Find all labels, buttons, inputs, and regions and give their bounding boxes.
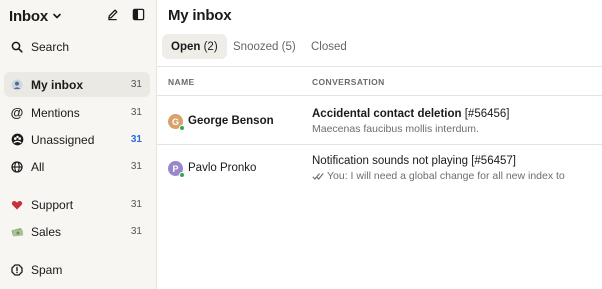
sidebar-item-my-inbox[interactable]: My inbox 31 (4, 72, 150, 97)
table-row[interactable]: P Pavlo Pronko Notification sounds not p… (157, 145, 602, 193)
tab-snoozed[interactable]: Snoozed (5) (224, 34, 305, 59)
tab-label: Snoozed (233, 40, 279, 53)
conversation-preview: Maecenas faucibus mollis interdum. (312, 123, 479, 135)
sidebar-item-unassigned[interactable]: Unassigned 31 (4, 127, 150, 152)
avatar-initial: P (172, 163, 179, 174)
sidebar-item-count: 31 (130, 161, 142, 172)
sidebar-item-count: 31 (130, 134, 142, 145)
tab-label: Closed (311, 40, 347, 53)
sidebar-item-spam[interactable]: Spam (4, 257, 150, 282)
avatar: G (168, 114, 185, 131)
double-check-icon (312, 172, 324, 181)
sidebar-item-sales[interactable]: Sales 31 (4, 219, 150, 244)
sidebar: Inbox Search My inbox 31 @ Mentions 31 U… (0, 0, 157, 289)
sidebar-title: Inbox (9, 7, 48, 25)
contact-name: George Benson (188, 115, 274, 127)
subject-text: Accidental contact deletion (312, 108, 462, 120)
sidebar-item-count: 31 (130, 79, 142, 90)
sidebar-item-label: All (31, 159, 45, 174)
column-header-name: NAME (168, 77, 195, 87)
sidebar-search-label: Search (31, 39, 70, 54)
sidebar-item-label: Mentions (31, 105, 80, 120)
conversation-subject: Accidental contact deletion [#56456] (312, 108, 510, 120)
online-status-dot (179, 125, 185, 131)
ticket-id: [#56456] (464, 108, 510, 120)
money-icon (10, 225, 24, 239)
inbox-switcher[interactable]: Inbox (9, 6, 149, 26)
sidebar-search[interactable]: Search (4, 34, 150, 59)
chevron-down-icon (52, 11, 62, 21)
sidebar-item-support[interactable]: Support 31 (4, 192, 150, 217)
sidebar-item-label: Sales (31, 224, 62, 239)
search-icon (10, 40, 24, 54)
sidebar-item-count: 31 (130, 107, 142, 118)
globe-icon (10, 160, 24, 174)
main-panel: My inbox Open (2) Snoozed (5) Closed NAM… (157, 0, 602, 289)
divider (157, 66, 602, 67)
subject-text: Notification sounds not playing (312, 155, 468, 167)
sidebar-item-label: Support (31, 197, 74, 212)
sidebar-item-all[interactable]: All 31 (4, 154, 150, 179)
people-icon (10, 133, 24, 147)
conversation-subject: Notification sounds not playing [#56457] (312, 155, 516, 167)
sidebar-item-mentions[interactable]: @ Mentions 31 (4, 100, 150, 125)
tab-count: (2) (203, 40, 218, 53)
tab-label: Open (171, 40, 201, 53)
user-avatar-icon (10, 78, 24, 92)
ticket-id: [#56457] (471, 155, 516, 167)
sidebar-item-count: 31 (130, 226, 142, 237)
heart-icon (10, 198, 24, 212)
at-icon: @ (10, 105, 24, 120)
sidebar-item-label: Unassigned (31, 132, 95, 147)
avatar-initial: G (171, 116, 179, 127)
preview-text: You: I will need a global change for all… (327, 170, 565, 182)
tab-count: (5) (281, 40, 296, 53)
table-row[interactable]: G George Benson Accidental contact delet… (157, 96, 602, 144)
alert-octagon-icon (10, 263, 24, 277)
sidebar-item-label: My inbox (31, 77, 84, 92)
column-header-conversation: CONVERSATION (312, 77, 385, 87)
sidebar-item-label: Spam (31, 262, 63, 277)
contact-name: Pavlo Pronko (188, 162, 257, 174)
sidebar-item-count: 31 (130, 199, 142, 210)
sidebar-toggle-icon[interactable] (131, 7, 145, 21)
conversation-preview: You: I will need a global change for all… (312, 170, 572, 182)
tab-open[interactable]: Open (2) (162, 34, 227, 59)
tab-closed[interactable]: Closed (302, 34, 356, 59)
avatar: P (168, 161, 185, 178)
online-status-dot (179, 172, 185, 178)
page-title: My inbox (168, 7, 232, 24)
compose-icon[interactable] (105, 7, 119, 21)
